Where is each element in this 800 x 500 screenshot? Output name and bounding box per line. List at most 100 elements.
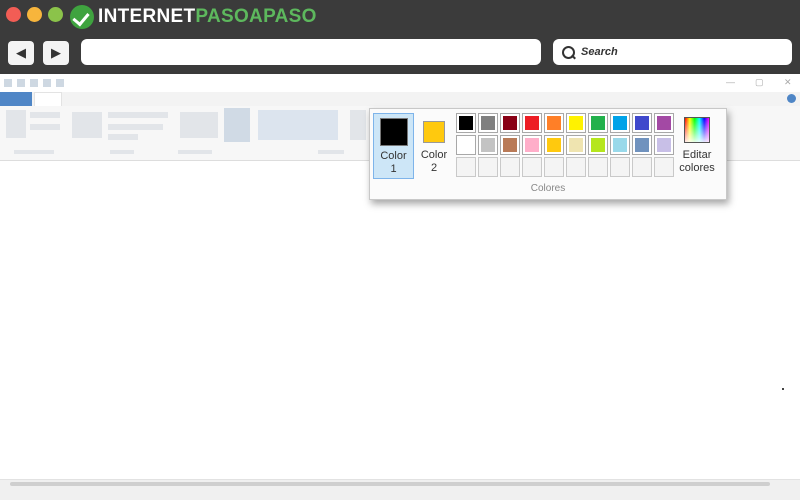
resize-button[interactable] bbox=[108, 124, 163, 130]
color1-button[interactable]: Color 1 bbox=[373, 113, 414, 179]
swatch-color bbox=[613, 138, 627, 152]
palette-swatch[interactable] bbox=[654, 135, 674, 155]
swatch-color bbox=[459, 116, 473, 130]
palette-swatch[interactable] bbox=[456, 113, 476, 133]
group-label-clipboard bbox=[14, 150, 54, 154]
close-icon[interactable]: ✕ bbox=[784, 77, 792, 88]
custom-color-slot[interactable] bbox=[566, 157, 586, 177]
magnifier-icon bbox=[562, 45, 575, 59]
crop-button[interactable] bbox=[108, 112, 168, 118]
tools-group[interactable] bbox=[180, 112, 218, 138]
palette-swatch[interactable] bbox=[500, 113, 520, 133]
swatch-color bbox=[657, 138, 671, 152]
minimize-window-button[interactable] bbox=[27, 7, 42, 22]
swatch-color bbox=[525, 138, 539, 152]
swatch-color bbox=[525, 116, 539, 130]
scrollbar-thumb[interactable] bbox=[10, 482, 770, 486]
tab-home[interactable] bbox=[34, 92, 62, 106]
swatch-color bbox=[481, 138, 495, 152]
palette-swatch[interactable] bbox=[478, 113, 498, 133]
palette-swatch[interactable] bbox=[566, 135, 586, 155]
custom-color-slot[interactable] bbox=[500, 157, 520, 177]
swatch-color bbox=[569, 116, 583, 130]
group-label-shapes bbox=[318, 150, 344, 154]
edit-colors-label: Editar colores bbox=[679, 149, 715, 174]
copy-button[interactable] bbox=[30, 124, 60, 130]
right-arrow-icon: ▶ bbox=[51, 45, 61, 60]
palette-swatch[interactable] bbox=[500, 135, 520, 155]
shapes-gallery[interactable] bbox=[258, 110, 338, 140]
edit-colors-button[interactable]: Editar colores bbox=[673, 113, 721, 179]
select-tool[interactable] bbox=[72, 112, 102, 138]
swatch-color bbox=[569, 138, 583, 152]
swatch-color bbox=[657, 116, 671, 130]
custom-color-slot[interactable] bbox=[632, 157, 652, 177]
back-button[interactable]: ◀ bbox=[8, 41, 34, 65]
horizontal-scrollbar[interactable] bbox=[0, 479, 800, 488]
palette-swatch[interactable] bbox=[632, 135, 652, 155]
browser-toolbar: ◀ ▶ Search bbox=[0, 34, 800, 72]
color1-label: Color 1 bbox=[380, 150, 407, 175]
swatch-color bbox=[591, 116, 605, 130]
forward-button[interactable]: ▶ bbox=[43, 41, 69, 65]
palette-swatch[interactable] bbox=[610, 135, 630, 155]
tab-file[interactable] bbox=[0, 92, 32, 106]
swatch-color bbox=[613, 116, 627, 130]
cut-button[interactable] bbox=[30, 112, 60, 118]
custom-color-slot[interactable] bbox=[588, 157, 608, 177]
palette-swatch[interactable] bbox=[522, 135, 542, 155]
drawing-canvas[interactable] bbox=[0, 161, 800, 479]
left-arrow-icon: ◀ bbox=[16, 45, 26, 60]
status-bar bbox=[0, 488, 800, 500]
palette-swatch[interactable] bbox=[456, 135, 476, 155]
palette-swatch[interactable] bbox=[588, 113, 608, 133]
swatch-color bbox=[547, 138, 561, 152]
ribbon-tabs bbox=[0, 92, 800, 107]
palette-swatch[interactable] bbox=[478, 135, 498, 155]
quick-access-toolbar[interactable] bbox=[4, 79, 64, 87]
custom-color-slot[interactable] bbox=[654, 157, 674, 177]
size-button[interactable] bbox=[350, 110, 366, 140]
custom-color-slot[interactable] bbox=[544, 157, 564, 177]
colors-group-label: Colores bbox=[530, 183, 566, 194]
canvas-resize-handle[interactable] bbox=[782, 388, 784, 390]
color2-swatch bbox=[423, 121, 445, 143]
swatch-color bbox=[459, 138, 473, 152]
group-label-tools bbox=[178, 150, 212, 154]
close-window-button[interactable] bbox=[6, 7, 21, 22]
maximize-icon[interactable]: ▢ bbox=[755, 77, 764, 88]
custom-color-slot[interactable] bbox=[478, 157, 498, 177]
custom-color-slot[interactable] bbox=[522, 157, 542, 177]
address-bar[interactable] bbox=[81, 39, 541, 65]
palette-swatch[interactable] bbox=[588, 135, 608, 155]
palette-swatch[interactable] bbox=[654, 113, 674, 133]
palette-swatch[interactable] bbox=[544, 135, 564, 155]
minimize-icon[interactable]: — bbox=[726, 77, 735, 87]
swatch-color bbox=[635, 138, 649, 152]
palette-swatch[interactable] bbox=[544, 113, 564, 133]
maximize-window-button[interactable] bbox=[48, 7, 63, 22]
help-icon[interactable] bbox=[787, 94, 796, 103]
colors-popup: Color 1 Color 2 Editar colores Colores bbox=[369, 108, 727, 200]
custom-color-slot[interactable] bbox=[610, 157, 630, 177]
swatch-color bbox=[481, 116, 495, 130]
checkmark-logo-icon bbox=[70, 5, 94, 29]
palette-swatch[interactable] bbox=[522, 113, 542, 133]
paint-titlebar: — ▢ ✕ bbox=[0, 74, 800, 92]
swatch-color bbox=[503, 138, 517, 152]
site-logo: INTERNETPASOAPASO bbox=[70, 4, 317, 30]
clipboard-paste-icon[interactable] bbox=[6, 110, 26, 138]
palette-swatch[interactable] bbox=[610, 113, 630, 133]
swatch-color bbox=[635, 116, 649, 130]
brushes-button[interactable] bbox=[224, 108, 250, 142]
color2-label: Color 2 bbox=[420, 149, 448, 174]
custom-color-slot[interactable] bbox=[456, 157, 476, 177]
search-field[interactable]: Search bbox=[553, 39, 792, 65]
logo-text-part2: PASOAPASO bbox=[195, 6, 317, 27]
palette-swatch[interactable] bbox=[632, 113, 652, 133]
color1-swatch bbox=[379, 118, 408, 146]
color2-button[interactable]: Color 2 bbox=[418, 113, 450, 179]
rotate-button[interactable] bbox=[108, 134, 138, 140]
swatch-color bbox=[547, 116, 561, 130]
palette-swatch[interactable] bbox=[566, 113, 586, 133]
